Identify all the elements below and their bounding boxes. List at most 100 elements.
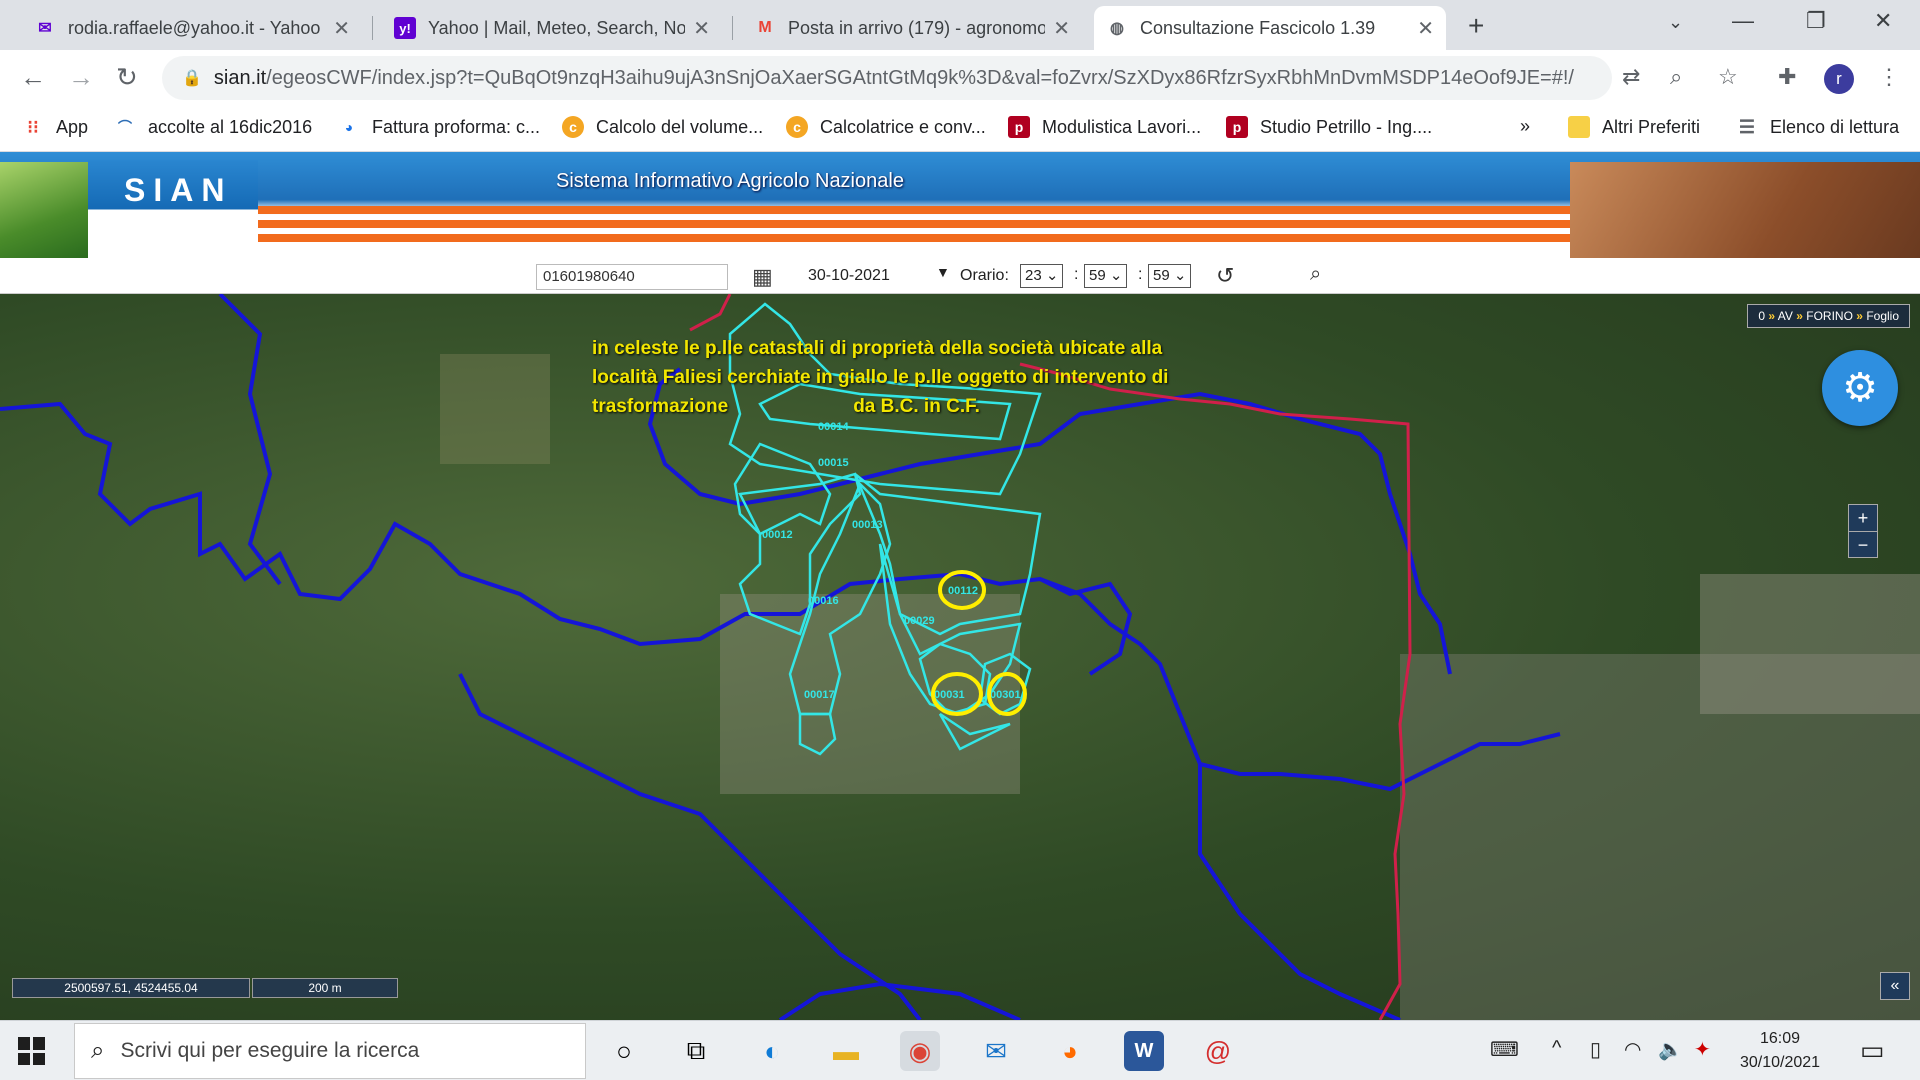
bookmark-altri-preferiti[interactable]: Altri Preferiti	[1568, 116, 1700, 138]
bookmark-modulistica[interactable]: p Modulistica Lavori...	[1008, 116, 1201, 138]
breadcrumb-item[interactable]: AV	[1778, 309, 1793, 323]
notifications-icon[interactable]: ▭	[1860, 1035, 1885, 1066]
field-image	[0, 162, 88, 258]
tab-yahoo[interactable]: y! Yahoo | Mail, Meteo, Search, Noti ✕	[382, 6, 722, 50]
reading-list-icon: ☰	[1738, 116, 1756, 137]
foglio-boundary	[689, 294, 732, 332]
breadcrumb-item[interactable]: Foglio	[1866, 309, 1899, 323]
bookmark-calcolo-volume[interactable]: c Calcolo del volume...	[562, 116, 763, 138]
pec-mail-icon[interactable]: @	[1198, 1031, 1238, 1071]
chrome-icon[interactable]: ◉	[900, 1031, 940, 1071]
keyboard-icon[interactable]: ⌨	[1490, 1037, 1519, 1062]
dropbox-alert-icon[interactable]: ✦	[1694, 1037, 1711, 1062]
bookmarks-bar: ⁝⁝ App ⌒ accolte al 16dic2016 ◕ Fattura …	[0, 106, 1920, 152]
folder-icon	[1568, 116, 1590, 138]
zoom-icon[interactable]: ⌕	[1670, 64, 1682, 90]
scale-bar: 200 m	[252, 978, 398, 998]
collapse-panel-button[interactable]: «	[1880, 972, 1910, 1000]
tab-gmail[interactable]: M Posta in arrivo (179) - agronomo ✕	[742, 6, 1082, 50]
date-value[interactable]: 30-10-2021	[808, 267, 890, 285]
close-icon[interactable]: ✕	[1053, 16, 1070, 41]
tab-title: rodia.raffaele@yahoo.it - Yahoo M	[68, 17, 326, 38]
back-icon[interactable]: ←	[20, 62, 46, 93]
breadcrumb-item[interactable]: FORINO	[1806, 309, 1853, 323]
volume-icon[interactable]: 🔈	[1658, 1037, 1683, 1062]
close-icon[interactable]: ✕	[693, 16, 710, 41]
tab-strip: ✉ rodia.raffaele@yahoo.it - Yahoo M ✕ y!…	[0, 0, 1920, 50]
wifi-icon[interactable]: ◠	[1624, 1037, 1641, 1062]
date-dropdown-icon[interactable]: ▼	[936, 264, 950, 280]
settings-gear-button[interactable]: ⚙	[1822, 350, 1898, 426]
parcel-label-00031: 00031	[934, 689, 965, 701]
close-icon[interactable]: ✕	[1417, 16, 1434, 41]
gear-icon: ⚙	[1842, 366, 1878, 410]
banner-stripe	[258, 220, 1578, 228]
mail-icon[interactable]: ✉	[976, 1031, 1016, 1071]
coordinates-readout: 2500597.51, 4524455.04	[12, 978, 250, 998]
banner-stripe	[258, 206, 1578, 214]
close-window-icon[interactable]: ✕	[1874, 8, 1892, 34]
municipal-boundary	[1198, 764, 1401, 1020]
sian-logo-text: SIAN	[124, 172, 233, 208]
cortana-icon[interactable]: ○	[604, 1031, 644, 1071]
annotation-line: località Faliesi cerchiate in giallo le …	[592, 367, 1169, 388]
minute-select[interactable]: 59 ⌄	[1084, 264, 1128, 288]
globe-icon: ◍	[1110, 20, 1124, 37]
cuaa-field[interactable]: 01601980640	[536, 264, 728, 290]
translate-icon[interactable]: ⇄	[1622, 64, 1640, 90]
hour-select[interactable]: 23 ⌄	[1020, 264, 1064, 288]
url-text[interactable]: sian.it/egeosCWF/index.jsp?t=QuBqOt9nzqH…	[214, 67, 1612, 90]
extensions-icon[interactable]: ✚	[1778, 64, 1796, 90]
bookmark-fattura[interactable]: ◕ Fattura proforma: c...	[338, 116, 540, 138]
word-icon[interactable]: W	[1124, 1031, 1164, 1071]
close-icon[interactable]: ✕	[333, 16, 350, 41]
address-bar[interactable]: 🔒 sian.it/egeosCWF/index.jsp?t=QuBqOt9nz…	[162, 56, 1612, 100]
reading-list-button[interactable]: ☰ Elenco di lettura	[1736, 116, 1899, 138]
bookmark-calcolatrice[interactable]: c Calcolatrice e conv...	[786, 116, 986, 138]
firefox-icon[interactable]: ◕	[1050, 1031, 1090, 1071]
bookmark-star-icon[interactable]: ☆	[1718, 64, 1738, 90]
forward-icon[interactable]: →	[68, 62, 94, 93]
bookmark-label: Calcolo del volume...	[596, 116, 764, 137]
parcel-label-00013: 00013	[852, 519, 883, 531]
bookmark-apps[interactable]: ⁝⁝ App	[22, 116, 88, 138]
breadcrumb-item[interactable]: 0	[1758, 309, 1765, 323]
mail-icon: ✉	[38, 20, 52, 37]
zoom-out-button[interactable]: −	[1849, 531, 1877, 557]
file-explorer-icon[interactable]: ▬	[826, 1031, 866, 1071]
second-select[interactable]: 59 ⌄	[1148, 264, 1192, 288]
search-icon[interactable]: ⌕	[1310, 263, 1321, 286]
breadcrumb[interactable]: 0 » AV » FORINO » Foglio	[1747, 304, 1910, 328]
breadcrumb-separator-icon: »	[1856, 309, 1863, 323]
tab-search-icon[interactable]: ⌄	[1668, 12, 1683, 33]
restore-icon[interactable]: ❐	[1806, 8, 1826, 34]
minimize-icon[interactable]: —	[1732, 8, 1754, 34]
device-icon[interactable]: ▯	[1590, 1037, 1601, 1062]
avatar[interactable]: r	[1824, 64, 1854, 94]
reload-icon[interactable]: ↻	[116, 62, 138, 93]
tab-consultazione-fascicolo[interactable]: ◍ Consultazione Fascicolo 1.39 ✕	[1094, 6, 1446, 50]
bookmarks-overflow-button[interactable]: »	[1520, 116, 1530, 137]
cadastral-map[interactable]: 00014 00015 00012 00013 00112 00016 0002…	[0, 294, 1920, 1020]
calculator-icon: c	[562, 116, 584, 138]
reset-icon[interactable]: ↺	[1216, 263, 1234, 289]
municipal-boundary	[218, 294, 282, 586]
parcel-label-00029: 00029	[904, 615, 935, 627]
task-view-icon[interactable]: ⧉	[676, 1031, 716, 1071]
zoom-in-button[interactable]: +	[1849, 505, 1877, 531]
bookmark-label: App	[56, 116, 89, 137]
calendar-icon[interactable]: ▦	[752, 264, 773, 290]
taskbar-clock[interactable]: 16:09 30/10/2021	[1730, 1027, 1830, 1075]
bookmark-label: accolte al 16dic2016	[148, 116, 313, 137]
lock-icon[interactable]: 🔒	[182, 68, 202, 88]
show-hidden-icons-icon[interactable]: ^	[1552, 1037, 1561, 1060]
bookmark-studio-petrillo[interactable]: p Studio Petrillo - Ing....	[1226, 116, 1432, 138]
breadcrumb-separator-icon: »	[1796, 309, 1803, 323]
taskbar-search-input[interactable]: ⌕ Scrivi qui per eseguire la ricerca	[74, 1023, 586, 1079]
menu-icon[interactable]: ⋮	[1878, 64, 1900, 90]
new-tab-button[interactable]: +	[1468, 10, 1484, 42]
windows-start-icon[interactable]	[18, 1037, 46, 1065]
edge-icon[interactable]: ◐	[752, 1031, 792, 1071]
tab-yahoo-mail[interactable]: ✉ rodia.raffaele@yahoo.it - Yahoo M ✕	[22, 6, 362, 50]
bookmark-accolte[interactable]: ⌒ accolte al 16dic2016	[114, 116, 312, 138]
